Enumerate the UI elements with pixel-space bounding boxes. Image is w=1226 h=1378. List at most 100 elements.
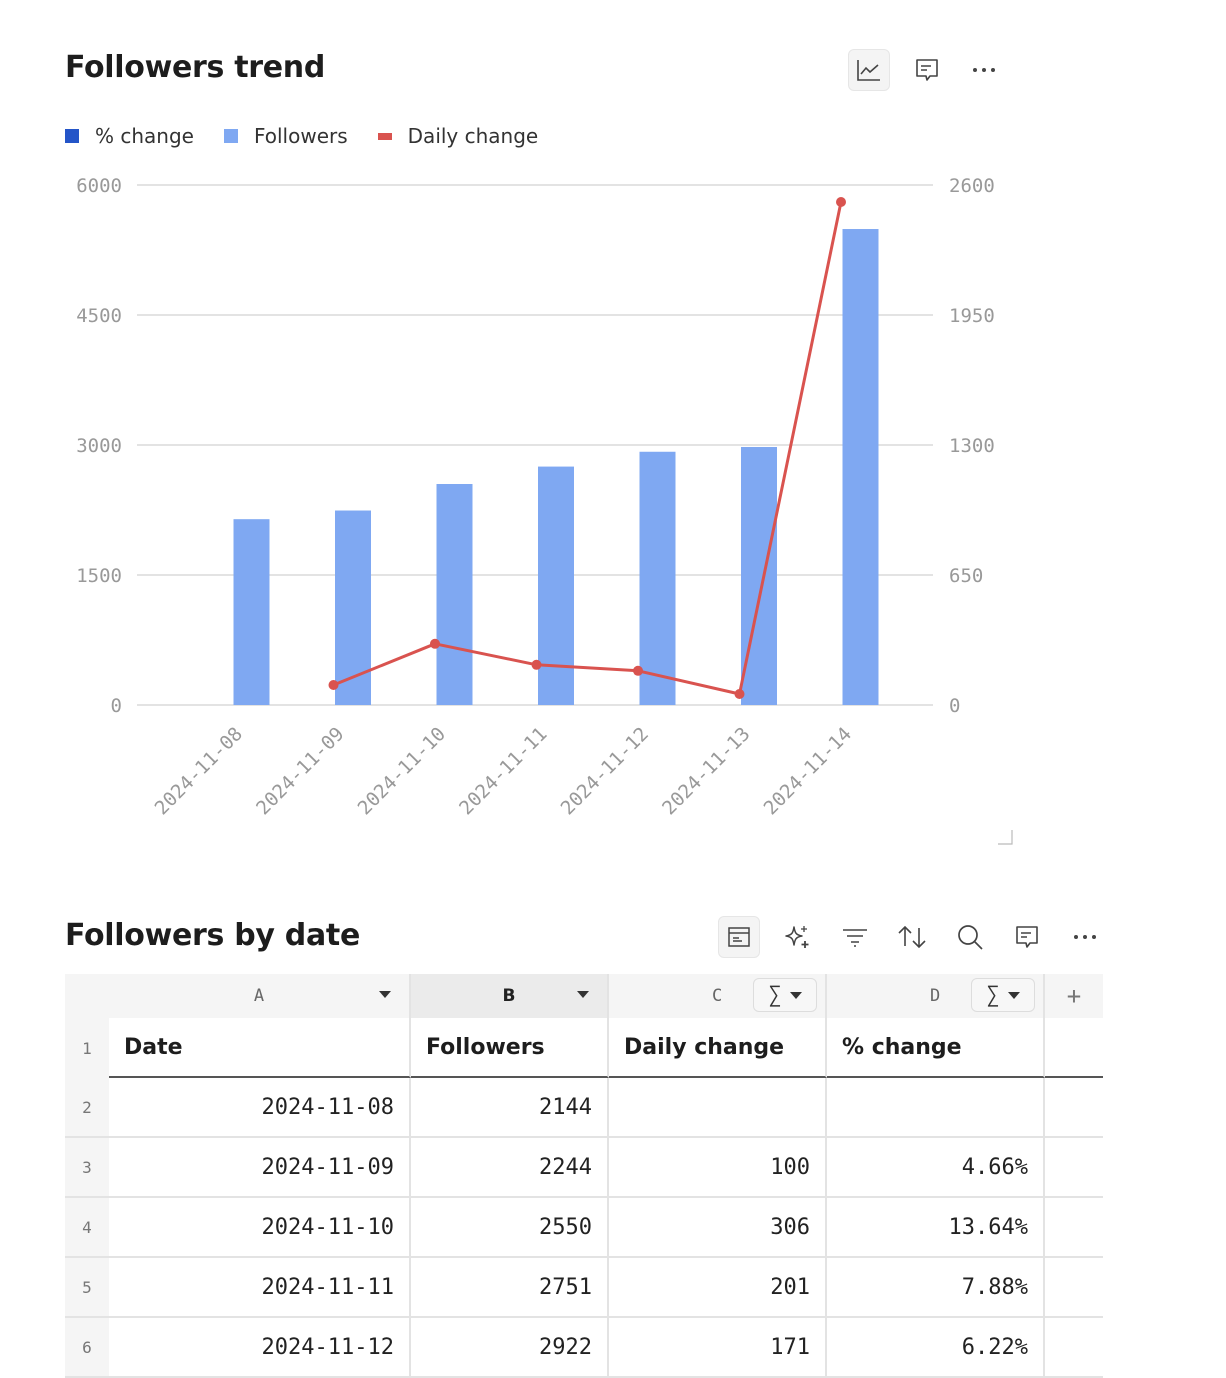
cell-daily-change[interactable]: 171 bbox=[609, 1318, 827, 1378]
cell-pct-change[interactable] bbox=[827, 1078, 1045, 1138]
x-tick-label: 2024-11-10 bbox=[354, 723, 450, 819]
cell-daily-change[interactable]: 100 bbox=[609, 1138, 827, 1198]
x-tick-label: 2024-11-09 bbox=[252, 723, 348, 819]
y-tick-right: 650 bbox=[949, 565, 983, 587]
dropdown-caret-icon[interactable] bbox=[379, 991, 391, 998]
dropdown-caret-icon bbox=[789, 991, 802, 999]
empty-cell[interactable] bbox=[1045, 1138, 1103, 1198]
sigma-icon: ∑ bbox=[986, 982, 1000, 1008]
aggregate-button[interactable]: ∑ bbox=[753, 978, 817, 1012]
cell-followers[interactable]: 2144 bbox=[411, 1078, 609, 1138]
cell-date[interactable]: 2024-11-10 bbox=[109, 1198, 411, 1258]
column-letter: A bbox=[253, 986, 265, 1006]
dropdown-caret-icon[interactable] bbox=[577, 991, 589, 998]
followers-chart: 6000 4500 3000 1500 0 2600 1950 1300 650 0 2024-11… bbox=[76, 175, 995, 819]
x-tick-label: 2024-11-11 bbox=[455, 723, 551, 819]
cell-pct-change[interactable]: 6.22% bbox=[827, 1318, 1045, 1378]
column-letter: C bbox=[712, 986, 723, 1006]
resize-handle-icon[interactable] bbox=[998, 830, 1014, 846]
cell-date[interactable]: 2024-11-11 bbox=[109, 1258, 411, 1318]
x-tick-label: 2024-11-08 bbox=[151, 723, 247, 819]
search-icon bbox=[958, 925, 983, 950]
spreadsheet-grid: A B C ∑ D ∑ + 1 Date Followers Daily chang… bbox=[65, 974, 1105, 1378]
dropdown-caret-icon bbox=[1007, 991, 1020, 999]
row-number[interactable]: 2 bbox=[65, 1078, 109, 1138]
column-header-a[interactable]: A bbox=[109, 974, 411, 1018]
filter-icon bbox=[843, 929, 867, 947]
cell-pct-change[interactable]: 4.66% bbox=[827, 1138, 1045, 1198]
y-tick-right: 2600 bbox=[949, 175, 995, 197]
y-tick-left: 4500 bbox=[76, 305, 122, 327]
card-view-button[interactable] bbox=[718, 916, 760, 958]
y-tick-right: 0 bbox=[949, 695, 960, 717]
bar-followers bbox=[538, 466, 574, 705]
header-cell-daily-change[interactable]: Daily change bbox=[609, 1018, 827, 1078]
bar-followers bbox=[639, 451, 676, 705]
ai-button[interactable] bbox=[776, 916, 818, 958]
point-daily-change bbox=[633, 665, 643, 676]
cell-date[interactable]: 2024-11-12 bbox=[109, 1318, 411, 1378]
cell-daily-change[interactable] bbox=[609, 1078, 827, 1138]
row-number[interactable]: 4 bbox=[65, 1198, 109, 1258]
table-row: 4 2024-11-10 2550 306 13.64% bbox=[65, 1198, 1105, 1258]
sparkle-ai-icon bbox=[785, 926, 809, 948]
header-cell-pct-change[interactable]: % change bbox=[827, 1018, 1045, 1078]
header-cell-followers[interactable]: Followers bbox=[411, 1018, 609, 1078]
empty-cell[interactable] bbox=[1045, 1018, 1103, 1078]
sort-button[interactable] bbox=[891, 916, 933, 958]
cell-followers[interactable]: 2751 bbox=[411, 1258, 609, 1318]
cell-followers[interactable]: 2922 bbox=[411, 1318, 609, 1378]
cell-date[interactable]: 2024-11-08 bbox=[109, 1078, 411, 1138]
search-button[interactable] bbox=[949, 916, 991, 958]
header-cell-date[interactable]: Date bbox=[109, 1018, 411, 1078]
bar-followers bbox=[436, 484, 473, 705]
point-daily-change bbox=[328, 680, 339, 690]
cell-daily-change[interactable]: 201 bbox=[609, 1258, 827, 1318]
bar-followers bbox=[842, 229, 879, 705]
more-icon bbox=[1074, 935, 1096, 939]
empty-cell[interactable] bbox=[1045, 1078, 1103, 1138]
column-header-b[interactable]: B bbox=[411, 974, 609, 1018]
y-tick-left: 0 bbox=[111, 695, 122, 717]
cell-followers[interactable]: 2244 bbox=[411, 1138, 609, 1198]
corner-cell[interactable] bbox=[65, 974, 109, 1018]
y-tick-right: 1950 bbox=[949, 305, 995, 327]
y-tick-right: 1300 bbox=[949, 435, 995, 457]
table-more-button[interactable] bbox=[1064, 916, 1106, 958]
x-tick-label: 2024-11-12 bbox=[557, 723, 653, 819]
table-row: 5 2024-11-11 2751 201 7.88% bbox=[65, 1258, 1105, 1318]
empty-cell[interactable] bbox=[1045, 1258, 1103, 1318]
point-daily-change bbox=[430, 638, 440, 649]
table-row: 6 2024-11-12 2922 171 6.22% bbox=[65, 1318, 1105, 1378]
empty-cell[interactable] bbox=[1045, 1198, 1103, 1258]
column-header-d[interactable]: D ∑ bbox=[827, 974, 1045, 1018]
cell-followers[interactable]: 2550 bbox=[411, 1198, 609, 1258]
row-number[interactable]: 3 bbox=[65, 1138, 109, 1198]
table-row: 2 2024-11-08 2144 bbox=[65, 1078, 1105, 1138]
filter-button[interactable] bbox=[834, 916, 876, 958]
cell-pct-change[interactable]: 7.88% bbox=[827, 1258, 1045, 1318]
x-tick-label: 2024-11-13 bbox=[658, 723, 754, 819]
y-tick-left: 1500 bbox=[76, 565, 122, 587]
sort-icon bbox=[898, 925, 926, 949]
sigma-icon: ∑ bbox=[768, 982, 782, 1008]
row-number[interactable]: 1 bbox=[65, 1018, 109, 1078]
plus-icon: + bbox=[1066, 982, 1082, 1010]
y-tick-left: 6000 bbox=[76, 175, 122, 197]
table-comment-button[interactable] bbox=[1006, 916, 1048, 958]
cell-date[interactable]: 2024-11-09 bbox=[109, 1138, 411, 1198]
column-header-row: A B C ∑ D ∑ + bbox=[65, 974, 1105, 1018]
card-view-icon bbox=[728, 927, 750, 947]
cell-daily-change[interactable]: 306 bbox=[609, 1198, 827, 1258]
point-daily-change bbox=[531, 659, 542, 670]
row-number[interactable]: 6 bbox=[65, 1318, 109, 1378]
column-header-c[interactable]: C ∑ bbox=[609, 974, 827, 1018]
add-column-button[interactable]: + bbox=[1045, 974, 1103, 1018]
column-letter: B bbox=[502, 986, 516, 1006]
cell-pct-change[interactable]: 13.64% bbox=[827, 1198, 1045, 1258]
comment-icon bbox=[1016, 926, 1038, 948]
aggregate-button[interactable]: ∑ bbox=[971, 978, 1035, 1012]
empty-cell[interactable] bbox=[1045, 1318, 1103, 1378]
row-number[interactable]: 5 bbox=[65, 1258, 109, 1318]
x-tick-label: 2024-11-14 bbox=[760, 723, 856, 819]
